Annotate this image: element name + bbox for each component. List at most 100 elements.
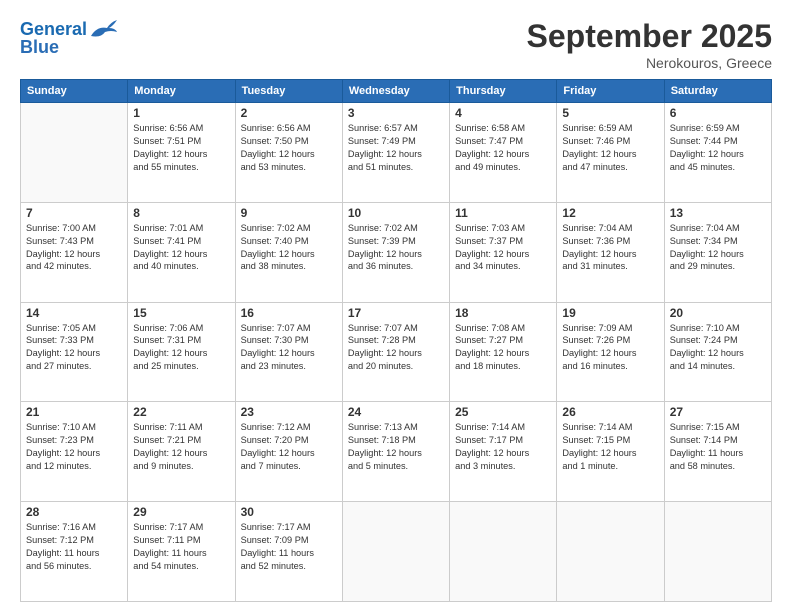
title-block: September 2025 Nerokouros, Greece	[527, 18, 772, 71]
day-number: 17	[348, 306, 444, 320]
logo-bird-icon	[89, 18, 119, 42]
day-info: Sunrise: 7:14 AMSunset: 7:17 PMDaylight:…	[455, 421, 551, 473]
calendar-cell: 30Sunrise: 7:17 AMSunset: 7:09 PMDayligh…	[235, 502, 342, 602]
logo-text-blue: Blue	[20, 38, 59, 58]
calendar-cell: 6 Sunrise: 6:59 AMSunset: 7:44 PMDaylight…	[664, 103, 771, 203]
calendar-cell: 5 Sunrise: 6:59 AMSunset: 7:46 PMDaylight…	[557, 103, 664, 203]
calendar-cell: 21Sunrise: 7:10 AMSunset: 7:23 PMDayligh…	[21, 402, 128, 502]
day-number: 21	[26, 405, 122, 419]
calendar-table: SundayMondayTuesdayWednesdayThursdayFrid…	[20, 79, 772, 602]
day-info: Sunrise: 7:08 AMSunset: 7:27 PMDaylight:…	[455, 322, 551, 374]
calendar-cell: 4 Sunrise: 6:58 AMSunset: 7:47 PMDaylight…	[450, 103, 557, 203]
weekday-header-friday: Friday	[557, 80, 664, 103]
day-info: Sunrise: 7:16 AMSunset: 7:12 PMDaylight:…	[26, 521, 122, 573]
calendar-cell: 25 Sunrise: 7:14 AMSunset: 7:17 PMDayligh…	[450, 402, 557, 502]
calendar-cell: 24 Sunrise: 7:13 AMSunset: 7:18 PMDayligh…	[342, 402, 449, 502]
calendar-cell: 9 Sunrise: 7:02 AMSunset: 7:40 PMDaylight…	[235, 202, 342, 302]
day-number: 11	[455, 206, 551, 220]
day-number: 14	[26, 306, 122, 320]
calendar-cell: 28 Sunrise: 7:16 AMSunset: 7:12 PMDayligh…	[21, 502, 128, 602]
day-info: Sunrise: 7:09 AMSunset: 7:26 PMDaylight:…	[562, 322, 658, 374]
calendar-cell	[557, 502, 664, 602]
day-info: Sunrise: 7:17 AMSunset: 7:09 PMDaylight:…	[241, 521, 337, 573]
day-number: 3	[348, 106, 444, 120]
day-info: Sunrise: 7:14 AMSunset: 7:15 PMDaylight:…	[562, 421, 658, 473]
day-number: 5	[562, 106, 658, 120]
week-row-1: 7 Sunrise: 7:00 AMSunset: 7:43 PMDaylight…	[21, 202, 772, 302]
weekday-header-thursday: Thursday	[450, 80, 557, 103]
day-number: 4	[455, 106, 551, 120]
week-row-3: 21Sunrise: 7:10 AMSunset: 7:23 PMDayligh…	[21, 402, 772, 502]
calendar-cell	[21, 103, 128, 203]
calendar-cell: 10Sunrise: 7:02 AMSunset: 7:39 PMDayligh…	[342, 202, 449, 302]
day-number: 6	[670, 106, 766, 120]
day-info: Sunrise: 7:03 AMSunset: 7:37 PMDaylight:…	[455, 222, 551, 274]
weekday-header-tuesday: Tuesday	[235, 80, 342, 103]
weekday-header-wednesday: Wednesday	[342, 80, 449, 103]
day-number: 24	[348, 405, 444, 419]
day-number: 18	[455, 306, 551, 320]
day-info: Sunrise: 7:02 AMSunset: 7:39 PMDaylight:…	[348, 222, 444, 274]
day-number: 9	[241, 206, 337, 220]
day-info: Sunrise: 7:02 AMSunset: 7:40 PMDaylight:…	[241, 222, 337, 274]
calendar-cell: 16Sunrise: 7:07 AMSunset: 7:30 PMDayligh…	[235, 302, 342, 402]
day-info: Sunrise: 7:11 AMSunset: 7:21 PMDaylight:…	[133, 421, 229, 473]
page: General Blue September 2025 Nerokouros, …	[0, 0, 792, 612]
day-info: Sunrise: 7:04 AMSunset: 7:34 PMDaylight:…	[670, 222, 766, 274]
calendar-cell: 18 Sunrise: 7:08 AMSunset: 7:27 PMDayligh…	[450, 302, 557, 402]
weekday-header-row: SundayMondayTuesdayWednesdayThursdayFrid…	[21, 80, 772, 103]
calendar-cell: 22 Sunrise: 7:11 AMSunset: 7:21 PMDayligh…	[128, 402, 235, 502]
day-number: 7	[26, 206, 122, 220]
day-number: 25	[455, 405, 551, 419]
day-number: 22	[133, 405, 229, 419]
day-info: Sunrise: 7:04 AMSunset: 7:36 PMDaylight:…	[562, 222, 658, 274]
day-info: Sunrise: 7:13 AMSunset: 7:18 PMDaylight:…	[348, 421, 444, 473]
calendar-cell: 27 Sunrise: 7:15 AMSunset: 7:14 PMDayligh…	[664, 402, 771, 502]
day-number: 19	[562, 306, 658, 320]
weekday-header-saturday: Saturday	[664, 80, 771, 103]
day-info: Sunrise: 7:05 AMSunset: 7:33 PMDaylight:…	[26, 322, 122, 374]
day-info: Sunrise: 7:12 AMSunset: 7:20 PMDaylight:…	[241, 421, 337, 473]
calendar-cell: 3 Sunrise: 6:57 AMSunset: 7:49 PMDaylight…	[342, 103, 449, 203]
calendar-cell: 8 Sunrise: 7:01 AMSunset: 7:41 PMDaylight…	[128, 202, 235, 302]
calendar-cell	[450, 502, 557, 602]
weekday-header-sunday: Sunday	[21, 80, 128, 103]
day-info: Sunrise: 7:07 AMSunset: 7:28 PMDaylight:…	[348, 322, 444, 374]
day-number: 15	[133, 306, 229, 320]
day-info: Sunrise: 6:59 AMSunset: 7:46 PMDaylight:…	[562, 122, 658, 174]
calendar-cell: 1Sunrise: 6:56 AMSunset: 7:51 PMDaylight…	[128, 103, 235, 203]
day-info: Sunrise: 7:15 AMSunset: 7:14 PMDaylight:…	[670, 421, 766, 473]
day-info: Sunrise: 7:01 AMSunset: 7:41 PMDaylight:…	[133, 222, 229, 274]
location-subtitle: Nerokouros, Greece	[527, 55, 772, 71]
day-info: Sunrise: 6:59 AMSunset: 7:44 PMDaylight:…	[670, 122, 766, 174]
day-number: 8	[133, 206, 229, 220]
week-row-2: 14 Sunrise: 7:05 AMSunset: 7:33 PMDayligh…	[21, 302, 772, 402]
calendar-cell	[342, 502, 449, 602]
calendar-cell: 17 Sunrise: 7:07 AMSunset: 7:28 PMDayligh…	[342, 302, 449, 402]
day-info: Sunrise: 6:58 AMSunset: 7:47 PMDaylight:…	[455, 122, 551, 174]
calendar-cell	[664, 502, 771, 602]
day-number: 27	[670, 405, 766, 419]
calendar-cell: 26 Sunrise: 7:14 AMSunset: 7:15 PMDayligh…	[557, 402, 664, 502]
day-number: 16	[241, 306, 337, 320]
day-number: 23	[241, 405, 337, 419]
week-row-0: 1Sunrise: 6:56 AMSunset: 7:51 PMDaylight…	[21, 103, 772, 203]
day-number: 13	[670, 206, 766, 220]
day-info: Sunrise: 7:10 AMSunset: 7:24 PMDaylight:…	[670, 322, 766, 374]
calendar-cell: 7 Sunrise: 7:00 AMSunset: 7:43 PMDaylight…	[21, 202, 128, 302]
day-info: Sunrise: 7:00 AMSunset: 7:43 PMDaylight:…	[26, 222, 122, 274]
week-row-4: 28 Sunrise: 7:16 AMSunset: 7:12 PMDayligh…	[21, 502, 772, 602]
calendar-cell: 14 Sunrise: 7:05 AMSunset: 7:33 PMDayligh…	[21, 302, 128, 402]
day-number: 28	[26, 505, 122, 519]
calendar-cell: 19 Sunrise: 7:09 AMSunset: 7:26 PMDayligh…	[557, 302, 664, 402]
calendar-cell: 13 Sunrise: 7:04 AMSunset: 7:34 PMDayligh…	[664, 202, 771, 302]
day-info: Sunrise: 6:56 AMSunset: 7:50 PMDaylight:…	[241, 122, 337, 174]
calendar-cell: 11 Sunrise: 7:03 AMSunset: 7:37 PMDayligh…	[450, 202, 557, 302]
day-info: Sunrise: 6:56 AMSunset: 7:51 PMDaylight:…	[133, 122, 229, 174]
calendar-cell: 12Sunrise: 7:04 AMSunset: 7:36 PMDayligh…	[557, 202, 664, 302]
day-info: Sunrise: 7:06 AMSunset: 7:31 PMDaylight:…	[133, 322, 229, 374]
day-number: 26	[562, 405, 658, 419]
header: General Blue September 2025 Nerokouros, …	[20, 18, 772, 71]
day-info: Sunrise: 6:57 AMSunset: 7:49 PMDaylight:…	[348, 122, 444, 174]
day-number: 29	[133, 505, 229, 519]
